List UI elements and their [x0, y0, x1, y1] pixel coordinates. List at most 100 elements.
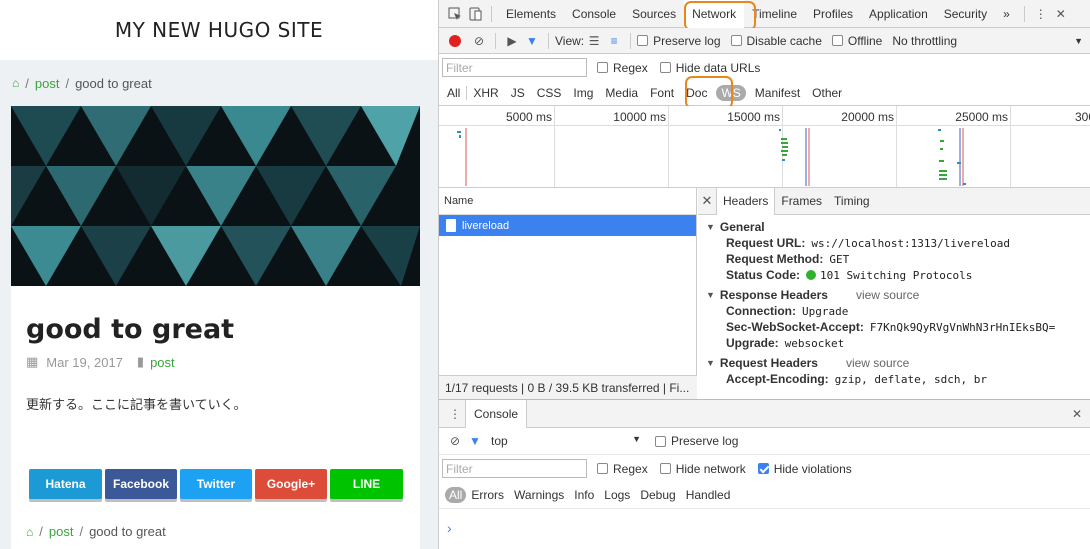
tab-profiles[interactable]: Profiles: [805, 0, 861, 28]
console-level-row: All Errors Warnings Info Logs Debug Hand…: [439, 482, 1090, 509]
breadcrumb-post-link[interactable]: post: [49, 524, 74, 539]
console-regex-label: Regex: [613, 461, 648, 476]
share-googleplus-button[interactable]: Google+: [255, 469, 327, 499]
ruler-tick: 10000 ms: [613, 110, 666, 124]
level-info[interactable]: Info: [569, 488, 599, 502]
post-body: 更新する。ここに記事を書いていく。: [26, 398, 247, 413]
more-tabs-button[interactable]: »: [995, 0, 1018, 28]
type-xhr[interactable]: XHR: [467, 86, 504, 100]
breadcrumb-current: good to great: [89, 524, 166, 539]
level-warnings[interactable]: Warnings: [509, 488, 569, 502]
hide-data-urls-checkbox[interactable]: [659, 62, 671, 73]
regex-label: Regex: [613, 60, 648, 75]
console-prompt[interactable]: ›: [439, 509, 1090, 547]
header-row: Accept-Encoding: gzip, deflate, sdch, br: [726, 372, 987, 386]
console-preserve-log-checkbox[interactable]: [655, 435, 666, 447]
type-manifest[interactable]: Manifest: [749, 86, 806, 100]
hide-violations-checkbox[interactable]: [757, 463, 769, 474]
type-css[interactable]: CSS: [531, 86, 568, 100]
share-hatena-button[interactable]: Hatena: [29, 469, 102, 499]
tab-console[interactable]: Console: [564, 0, 624, 28]
type-media[interactable]: Media: [599, 86, 644, 100]
tab-headers[interactable]: Headers: [716, 188, 776, 215]
request-name: livereload: [462, 219, 510, 232]
close-icon[interactable]: ✕: [1051, 4, 1071, 24]
breadcrumb-post-link[interactable]: post: [35, 76, 60, 91]
regex-checkbox[interactable]: [597, 62, 608, 73]
devtools-panel: Elements Console Sources Network Timelin…: [438, 0, 1090, 549]
filter-icon[interactable]: ▼: [522, 31, 542, 51]
clear-console-icon[interactable]: ⊘: [445, 431, 465, 451]
type-other[interactable]: Other: [806, 86, 848, 100]
post-title[interactable]: good to great: [26, 314, 234, 345]
request-row[interactable]: livereload: [439, 215, 696, 236]
home-icon[interactable]: ⌂: [26, 525, 33, 539]
capture-screenshots-icon[interactable]: ▶: [502, 31, 522, 51]
tab-security[interactable]: Security: [936, 0, 995, 28]
triangle-down-icon: ▼: [706, 289, 715, 300]
tab-frames[interactable]: Frames: [775, 188, 828, 215]
type-img[interactable]: Img: [567, 86, 599, 100]
level-logs[interactable]: Logs: [599, 488, 635, 502]
share-line-button[interactable]: LINE: [330, 469, 403, 499]
view-source-link[interactable]: view source: [856, 288, 919, 302]
console-filter-input[interactable]: Filter: [442, 459, 587, 478]
console-toolbar: ⊘ ▼ top ▼ Preserve log: [439, 428, 1090, 455]
resource-type-filters: All XHR JS CSS Img Media Font Doc WS Man…: [439, 81, 1090, 106]
breadcrumb-bottom: ⌂ / post / good to great: [26, 524, 166, 539]
type-all[interactable]: All: [441, 86, 466, 100]
share-facebook-button[interactable]: Facebook: [105, 469, 177, 499]
tab-console-drawer[interactable]: Console: [465, 399, 528, 428]
post-tag-link[interactable]: post: [150, 355, 175, 370]
type-js[interactable]: JS: [505, 86, 531, 100]
record-icon[interactable]: [445, 31, 465, 51]
preserve-log-checkbox[interactable]: [637, 35, 649, 46]
close-icon[interactable]: ✕: [698, 193, 716, 209]
disable-cache-checkbox[interactable]: [730, 35, 742, 46]
file-icon: [446, 219, 456, 232]
close-icon[interactable]: ✕: [1067, 404, 1087, 424]
level-all[interactable]: All: [445, 487, 467, 503]
preserve-log-label: Preserve log: [653, 33, 721, 48]
type-font[interactable]: Font: [644, 86, 680, 100]
inspect-element-icon[interactable]: [445, 4, 465, 24]
request-headers-section-header[interactable]: ▼ Request Headers view source: [698, 354, 1090, 371]
highlight-ws-filter: [685, 76, 733, 109]
offline-checkbox[interactable]: [831, 35, 843, 46]
kebab-menu-icon[interactable]: ⋮: [1031, 4, 1051, 24]
context-select[interactable]: top ▼: [491, 434, 641, 448]
level-errors[interactable]: Errors: [466, 488, 509, 502]
header-row: Connection: Upgrade: [726, 304, 849, 318]
console-regex-checkbox[interactable]: [597, 463, 608, 474]
view-source-link[interactable]: view source: [846, 356, 909, 370]
level-handled[interactable]: Handled: [681, 488, 736, 502]
clear-icon[interactable]: ⊘: [469, 31, 489, 51]
large-rows-icon[interactable]: ☰: [584, 31, 604, 51]
chevron-down-icon: ▼: [632, 434, 641, 444]
level-debug[interactable]: Debug: [635, 488, 680, 502]
tab-elements[interactable]: Elements: [498, 0, 564, 28]
kebab-menu-icon[interactable]: ⋮: [445, 404, 465, 424]
share-twitter-button[interactable]: Twitter: [180, 469, 252, 499]
network-filter-input[interactable]: Filter: [442, 58, 587, 77]
request-detail: ✕ Headers Frames Timing ▼ General Request…: [698, 188, 1090, 399]
filter-icon[interactable]: ▼: [465, 431, 485, 451]
tab-timing[interactable]: Timing: [828, 188, 876, 215]
general-section-header[interactable]: ▼ General: [698, 218, 1090, 235]
home-icon[interactable]: ⌂: [12, 76, 19, 90]
site-title[interactable]: MY NEW HUGO SITE: [115, 18, 323, 42]
network-overview-timeline[interactable]: 5000 ms 10000 ms 15000 ms 20000 ms 25000…: [439, 106, 1090, 188]
calendar-icon: ▦: [26, 354, 39, 369]
tab-application[interactable]: Application: [861, 0, 936, 28]
device-toolbar-icon[interactable]: [465, 4, 485, 24]
hide-network-label: Hide network: [675, 461, 746, 476]
site-header: MY NEW HUGO SITE: [0, 0, 438, 60]
tab-sources[interactable]: Sources: [624, 0, 684, 28]
throttling-select[interactable]: No throttling: [892, 34, 957, 48]
name-column-header[interactable]: Name: [439, 188, 696, 215]
waterfall-overview-icon[interactable]: ≡: [604, 31, 624, 51]
post-meta: ▦ Mar 19, 2017 ▮ post: [26, 354, 175, 370]
response-headers-section-header[interactable]: ▼ Response Headers view source: [698, 286, 1090, 303]
chevron-down-icon[interactable]: ▼: [1074, 36, 1083, 46]
hide-network-checkbox[interactable]: [659, 463, 671, 474]
